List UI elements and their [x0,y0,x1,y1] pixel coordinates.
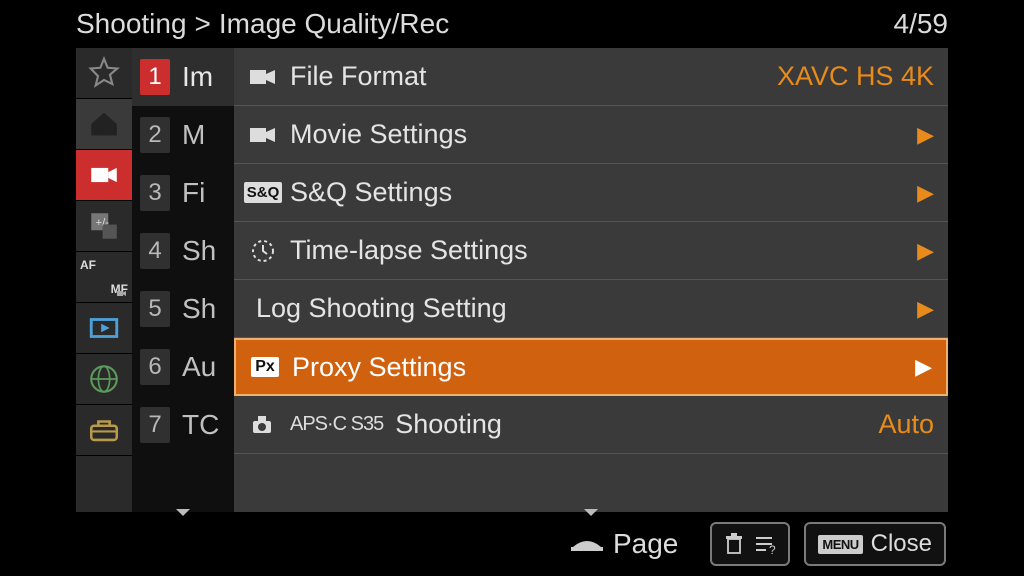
item-value: Auto [878,409,934,440]
tab-network[interactable] [76,354,132,405]
chevron-right-icon: ▶ [917,296,934,322]
item-label: Log Shooting Setting [256,293,507,324]
submenu-label: Sh [182,293,216,325]
star-icon [87,56,121,90]
chevron-right-icon: ▶ [917,238,934,264]
footer-bar: Page ? MENU Close [0,520,1024,568]
tab-exposure[interactable]: +/- [76,201,132,252]
submenu-label: M [182,119,205,151]
breadcrumb-sub: Image Quality/Rec [219,8,449,40]
chevron-down-icon [176,509,190,516]
submenu-number: 3 [140,175,170,211]
submenu-item-4[interactable]: 4 Sh [132,222,234,280]
submenu-scroll-indicator [132,509,234,516]
submenu-number: 4 [140,233,170,269]
chevron-right-icon: ▶ [917,122,934,148]
item-label: Movie Settings [290,119,467,150]
tab-main[interactable] [76,99,132,150]
item-label: Proxy Settings [292,352,466,383]
item-apsc-shooting[interactable]: APS·C S35 Shooting Auto [234,396,948,454]
toolbox-icon [87,413,121,447]
submenu-item-3[interactable]: 3 Fi [132,164,234,222]
item-label: Shooting [395,409,502,440]
item-sq-settings[interactable]: S&Q S&Q Settings ▶ [234,164,948,222]
tab-playback[interactable] [76,303,132,354]
help-button[interactable]: ? [710,522,790,566]
submenu-item-7[interactable]: 7 TC [132,396,234,454]
movie-small-icon [114,288,130,300]
svg-text:?: ? [769,543,776,555]
submenu-label: Fi [182,177,205,209]
movie-icon [87,158,121,192]
camera-icon [244,413,282,437]
list-help-icon: ? [752,533,776,555]
page-counter: 4/59 [894,8,949,40]
trash-icon [724,532,744,556]
movie-icon [244,67,282,87]
playback-icon [87,311,121,345]
item-timelapse-settings[interactable]: Time-lapse Settings ▶ [234,222,948,280]
item-movie-settings[interactable]: Movie Settings ▶ [234,106,948,164]
breadcrumb-root: Shooting [76,8,187,40]
movie-icon [244,125,282,145]
apsc-tag: APS·C S35 [290,413,383,436]
submenu-number: 6 [140,349,170,385]
item-file-format[interactable]: File Format XAVC HS 4K [234,48,948,106]
tab-setup[interactable] [76,405,132,456]
item-proxy-settings[interactable]: Px Proxy Settings ▶ [234,338,948,396]
submenu-item-2[interactable]: 2 M [132,106,234,164]
close-label: Close [871,530,932,558]
chevron-right-icon: ▶ [915,354,932,380]
item-label: Time-lapse Settings [290,235,528,266]
submenu-number: 1 [140,59,170,95]
submenu-item-5[interactable]: 5 Sh [132,280,234,338]
breadcrumb-separator: > [195,8,211,40]
items-scroll-indicator [234,509,948,516]
submenu-number: 7 [140,407,170,443]
submenu-number: 5 [140,291,170,327]
submenu-label: Sh [182,235,216,267]
sq-badge-icon: S&Q [244,182,282,203]
category-tabs: +/- AF MF [76,48,132,512]
submenu-label: Au [182,351,216,383]
menu-badge: MENU [818,535,862,554]
submenu-label: TC [182,409,219,441]
item-value: XAVC HS 4K [777,61,934,92]
submenu-list: 1 Im 2 M 3 Fi 4 Sh 5 Sh 6 Au [132,48,234,512]
close-button[interactable]: MENU Close [804,522,946,566]
submenu-item-1[interactable]: 1 Im [132,48,234,106]
chevron-right-icon: ▶ [917,180,934,206]
item-log-shooting[interactable]: Log Shooting Setting ▶ [234,280,948,338]
af-label: AF [80,258,96,272]
tab-favorites[interactable] [76,48,132,99]
wheel-icon [569,533,605,555]
exposure-icon: +/- [87,209,121,243]
page-label: Page [613,528,678,560]
item-label: S&Q Settings [290,177,452,208]
submenu-label: Im [182,61,213,93]
globe-icon [87,362,121,396]
tab-shooting[interactable] [76,150,132,201]
timelapse-icon [244,238,282,264]
submenu-item-6[interactable]: 6 Au [132,338,234,396]
submenu-number: 2 [140,117,170,153]
item-label: File Format [290,61,427,92]
proxy-badge-icon: Px [246,357,284,377]
home-camera-icon [87,107,121,141]
settings-list: File Format XAVC HS 4K Movie Settings ▶ … [234,48,948,512]
chevron-down-icon [584,509,598,516]
breadcrumb: Shooting > Image Quality/Rec 4/59 [76,6,948,42]
tab-focus[interactable]: AF MF [76,252,132,303]
page-hint: Page [569,528,678,560]
